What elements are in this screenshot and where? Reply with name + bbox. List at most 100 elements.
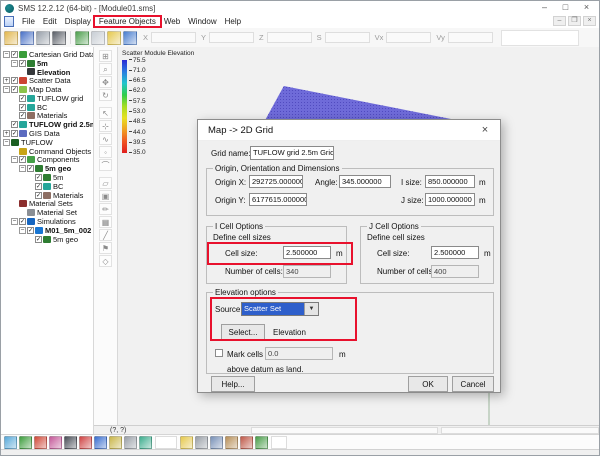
origin-y-field[interactable]: 6177615.000000 xyxy=(249,193,307,206)
split-tool-icon[interactable]: ╱ xyxy=(99,229,112,241)
menu-item-window[interactable]: Window xyxy=(184,17,220,26)
coordinate-input-vy[interactable] xyxy=(448,32,493,43)
menu-item-help[interactable]: Help xyxy=(221,17,245,26)
j-cell-size-field[interactable]: 2.500000 xyxy=(431,246,479,259)
scatter-module-icon[interactable] xyxy=(34,436,47,449)
raster-module-icon[interactable] xyxy=(124,436,137,449)
mdi-restore-button[interactable]: ❐ xyxy=(568,16,581,26)
tree-item-gis-data[interactable]: +✓GIS Data xyxy=(1,129,93,138)
tree-checkbox[interactable]: ✓ xyxy=(35,192,42,199)
mesh-module-icon[interactable] xyxy=(4,436,17,449)
vertex-tool-icon[interactable]: ✏ xyxy=(99,203,112,215)
collapse-icon[interactable]: − xyxy=(3,86,10,93)
ok-button[interactable]: OK xyxy=(408,376,448,392)
globe-module-icon[interactable] xyxy=(79,436,92,449)
chevron-down-icon[interactable]: ▼ xyxy=(304,303,318,315)
tree-checkbox[interactable]: ✓ xyxy=(19,156,26,163)
tree-item-5m[interactable]: −✓5m xyxy=(1,59,93,68)
tree-item-bc[interactable]: ✓BC xyxy=(1,103,93,112)
coordinate-input-x[interactable] xyxy=(151,32,196,43)
particle-module-icon[interactable] xyxy=(139,436,152,449)
zoom-tool-icon[interactable]: ⌕ xyxy=(99,63,112,75)
tree-item-scatter-data[interactable]: +✓Scatter Data xyxy=(1,76,93,85)
pointer-icon[interactable] xyxy=(123,31,137,45)
maximize-button[interactable]: □ xyxy=(555,1,576,14)
tree-item-map-data[interactable]: −✓Map Data xyxy=(1,85,93,94)
bolt-icon[interactable] xyxy=(107,31,121,45)
tree-item-materials[interactable]: ✓Materials xyxy=(1,112,93,121)
mdi-close-button[interactable]: × xyxy=(583,16,596,26)
folder-tool-icon[interactable] xyxy=(225,436,238,449)
tree-item-bc[interactable]: ✓BC xyxy=(1,182,93,191)
gis-module-icon[interactable] xyxy=(94,436,107,449)
bulb-icon[interactable] xyxy=(180,436,193,449)
dialog-close-icon[interactable]: × xyxy=(470,120,500,141)
menu-item-edit[interactable]: Edit xyxy=(39,17,61,26)
grid-module-icon[interactable] xyxy=(19,436,32,449)
rotate-tool-icon[interactable]: ↻ xyxy=(99,89,112,101)
tree-item-components[interactable]: −✓Components xyxy=(1,156,93,165)
grid-frame-tool-icon[interactable]: ▦ xyxy=(99,216,112,228)
select-polygon-tool-icon[interactable]: ▣ xyxy=(99,190,112,202)
annotation-module-icon[interactable] xyxy=(109,436,122,449)
tree-checkbox[interactable]: ✓ xyxy=(11,77,18,84)
origin-x-field[interactable]: 292725.000000 xyxy=(249,175,303,188)
create-arc-tool-icon[interactable]: ∿ xyxy=(99,133,112,145)
globe-small-icon[interactable] xyxy=(255,436,268,449)
menu-item-web[interactable]: Web xyxy=(160,17,184,26)
tree-checkbox[interactable]: ✓ xyxy=(27,165,34,172)
mark-cells-checkbox[interactable] xyxy=(215,349,223,357)
select-tool-icon[interactable]: ↖ xyxy=(99,107,112,119)
frame-tool-icon[interactable]: ⊞ xyxy=(99,50,112,62)
tree-checkbox[interactable]: ✓ xyxy=(11,86,18,93)
create-polygon-tool-icon[interactable]: ▱ xyxy=(99,177,112,189)
find-icon[interactable] xyxy=(91,31,105,45)
collapse-icon[interactable]: − xyxy=(19,227,26,234)
tree-checkbox[interactable]: ✓ xyxy=(19,218,26,225)
pan-tool-icon[interactable]: ✥ xyxy=(99,76,112,88)
coordinate-input-s[interactable] xyxy=(325,32,370,43)
tree-checkbox[interactable]: ✓ xyxy=(35,183,42,190)
tree-checkbox[interactable]: ✓ xyxy=(19,112,26,119)
j-size-field[interactable]: 1000.000000 xyxy=(425,193,475,206)
expand-icon[interactable]: + xyxy=(3,130,10,137)
menu-item-display[interactable]: Display xyxy=(61,17,95,26)
create-point-tool-icon[interactable]: ⊹ xyxy=(99,120,112,132)
help-button[interactable]: Help... xyxy=(211,376,255,392)
grid-name-field[interactable]: TUFLOW grid 2.5m Grid xyxy=(250,146,334,160)
mdi-minimize-button[interactable]: – xyxy=(553,16,566,26)
coordinate-input-z[interactable] xyxy=(267,32,312,43)
source-dropdown[interactable]: Scatter Set ▼ xyxy=(241,302,319,316)
angle-field[interactable]: 345.000000 xyxy=(339,175,391,188)
collapse-icon[interactable]: − xyxy=(11,156,18,163)
tree-item-material-sets[interactable]: Material Sets xyxy=(1,200,93,209)
tree-item-simulations[interactable]: −✓Simulations xyxy=(1,217,93,226)
save-icon[interactable] xyxy=(20,31,34,45)
tree-checkbox[interactable]: ✓ xyxy=(35,174,42,181)
refresh-icon[interactable] xyxy=(240,436,253,449)
tree-checkbox[interactable]: ✓ xyxy=(11,121,18,128)
tree-item-5m[interactable]: ✓5m xyxy=(1,173,93,182)
tree-checkbox[interactable]: ✓ xyxy=(27,227,34,234)
collapse-icon[interactable]: − xyxy=(3,51,10,58)
tree-item-5m-geo[interactable]: ✓5m geo xyxy=(1,235,93,244)
tree-item-tuflow[interactable]: −TUFLOW xyxy=(1,138,93,147)
image-icon[interactable] xyxy=(75,31,89,45)
tree-checkbox[interactable]: ✓ xyxy=(19,104,26,111)
coordinate-input-y[interactable] xyxy=(209,32,254,43)
tree-item-tuflow-grid-2-5m[interactable]: ✓TUFLOW grid 2.5m xyxy=(1,120,93,129)
tree-checkbox[interactable]: ✓ xyxy=(11,130,18,137)
tree-checkbox[interactable]: ✓ xyxy=(35,236,42,243)
delete-icon[interactable] xyxy=(52,31,66,45)
tree-item-elevation[interactable]: Elevation xyxy=(1,68,93,77)
settings-icon[interactable] xyxy=(195,436,208,449)
map-module-icon[interactable] xyxy=(64,436,77,449)
curve-module-icon[interactable] xyxy=(49,436,62,449)
tree-item-tuflow-grid[interactable]: ✓TUFLOW grid xyxy=(1,94,93,103)
select-point-tool-icon[interactable]: ◦ xyxy=(99,146,112,158)
measure-tool-icon[interactable]: ◇ xyxy=(99,255,112,267)
tree-checkbox[interactable]: ✓ xyxy=(11,51,18,58)
select-button[interactable]: Select... xyxy=(221,324,265,340)
tree-item-command-objects[interactable]: Command Objects xyxy=(1,147,93,156)
tree-item-material-set[interactable]: Material Set xyxy=(1,208,93,217)
